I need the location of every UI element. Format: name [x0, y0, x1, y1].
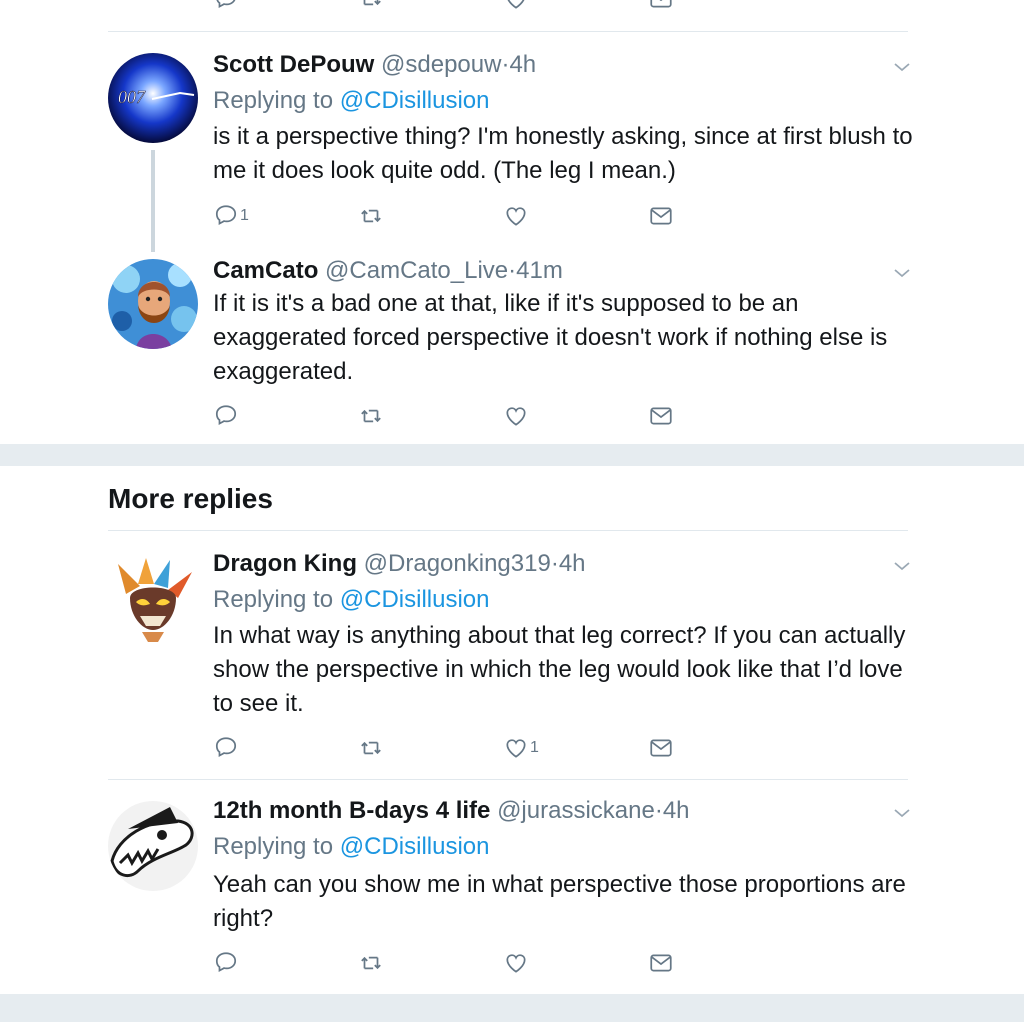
like-button[interactable]: 1	[503, 733, 539, 763]
timestamp[interactable]: 41m	[516, 257, 563, 284]
mention-link[interactable]: @CDisillusion	[340, 833, 490, 860]
timestamp[interactable]: 4h	[509, 51, 536, 78]
direct-message-button[interactable]	[648, 401, 674, 431]
tweet-header: 12th month B-days 4 life @jurassickane·4…	[213, 796, 690, 826]
like-button[interactable]	[503, 201, 530, 231]
like-button[interactable]	[503, 401, 529, 431]
reply-icon	[213, 403, 239, 429]
section-gap	[0, 994, 1024, 1022]
user-handle[interactable]: @jurassickane	[497, 797, 655, 824]
display-name[interactable]: 12th month B-days 4 life	[213, 797, 490, 824]
display-name[interactable]: Dragon King	[213, 550, 357, 577]
retweet-button[interactable]	[358, 948, 384, 978]
chevron-down-icon[interactable]	[892, 806, 912, 820]
reply-button[interactable]	[213, 948, 239, 978]
mention-link[interactable]: @CDisillusion	[340, 586, 490, 613]
direct-message-icon	[648, 950, 674, 976]
separator-dot: ·	[654, 797, 663, 824]
direct-message-icon	[648, 735, 674, 761]
reply-icon	[213, 203, 239, 229]
reply-icon	[213, 735, 239, 761]
section-gap	[0, 444, 1024, 466]
tweet-text: Yeah can you show me in what perspective…	[213, 871, 906, 932]
retweet-icon	[358, 403, 384, 429]
timestamp[interactable]: 4h	[559, 550, 586, 577]
like-icon	[503, 950, 529, 976]
reply-button[interactable]	[213, 733, 240, 763]
direct-message-icon	[648, 203, 674, 229]
like-icon	[503, 403, 529, 429]
retweet-button[interactable]	[358, 733, 384, 763]
avatar[interactable]	[108, 259, 198, 349]
user-handle[interactable]: @CamCato_Live	[325, 257, 508, 284]
chevron-down-icon[interactable]	[892, 266, 912, 280]
tweet-header: Dragon King @Dragonking319·4h	[213, 549, 586, 579]
tweet-card[interactable]: 12th month B-days 4 life @jurassickane·4…	[0, 780, 1024, 994]
tweet-header: CamCato @CamCato_Live·41m	[213, 256, 563, 286]
retweet-icon	[358, 735, 384, 761]
reply-button[interactable]: 1	[213, 201, 249, 231]
reply-button[interactable]	[213, 401, 239, 431]
direct-message-button[interactable]	[648, 733, 674, 763]
tweet-text: In what way is anything about that leg c…	[213, 622, 906, 717]
retweet-icon	[358, 950, 384, 976]
tweet-actions: 1	[213, 201, 693, 231]
retweet-button[interactable]	[358, 201, 384, 231]
reply-count: 1	[240, 207, 249, 224]
replying-to-line: Replying to @CDisillusion	[213, 585, 489, 615]
tweet-card[interactable]: CamCato @CamCato_Live·41m If it is it's …	[0, 250, 1024, 444]
like-icon	[503, 735, 529, 761]
replying-to-line: Replying to @CDisillusion	[213, 86, 489, 116]
replying-to-label: Replying to	[213, 833, 334, 860]
avatar[interactable]: 007	[108, 53, 198, 143]
tweet-actions: 1	[213, 733, 693, 763]
avatar[interactable]	[108, 801, 198, 891]
replying-to-label: Replying to	[213, 586, 334, 613]
tweet-card[interactable]: Dragon King @Dragonking319·4h Replying t…	[0, 531, 1024, 779]
like-icon	[503, 203, 529, 229]
display-name[interactable]: Scott DePouw	[213, 51, 374, 78]
replying-to-label: Replying to	[213, 87, 334, 114]
chevron-down-icon[interactable]	[892, 60, 912, 74]
section-heading: More replies	[108, 483, 273, 514]
tweet-header: Scott DePouw @sdepouw·4h	[213, 50, 536, 80]
like-button[interactable]	[503, 948, 529, 978]
timestamp[interactable]: 4h	[663, 797, 690, 824]
direct-message-button[interactable]	[648, 201, 674, 231]
tweet-actions	[213, 948, 693, 978]
thread-connector	[151, 150, 155, 252]
chevron-down-icon[interactable]	[892, 559, 912, 573]
like-count: 1	[530, 739, 539, 756]
reply-icon	[213, 950, 239, 976]
retweet-button[interactable]	[358, 401, 384, 431]
user-handle[interactable]: @sdepouw	[381, 51, 501, 78]
tweet-text: If it is it's a bad one at that, like if…	[213, 290, 888, 385]
direct-message-icon	[648, 403, 674, 429]
user-handle[interactable]: @Dragonking319	[364, 550, 551, 577]
replying-to-line: Replying to @CDisillusion	[213, 832, 489, 862]
display-name[interactable]: CamCato	[213, 257, 318, 284]
separator-dot: ·	[508, 257, 517, 284]
svg-text:007: 007	[118, 87, 146, 107]
tweet-actions	[213, 401, 693, 431]
separator-dot: ·	[550, 550, 559, 577]
retweet-icon	[358, 203, 384, 229]
avatar[interactable]	[108, 554, 198, 644]
direct-message-button[interactable]	[648, 948, 674, 978]
mention-link[interactable]: @CDisillusion	[340, 87, 490, 114]
tweet-text: is it a perspective thing? I'm honestly …	[213, 123, 913, 184]
